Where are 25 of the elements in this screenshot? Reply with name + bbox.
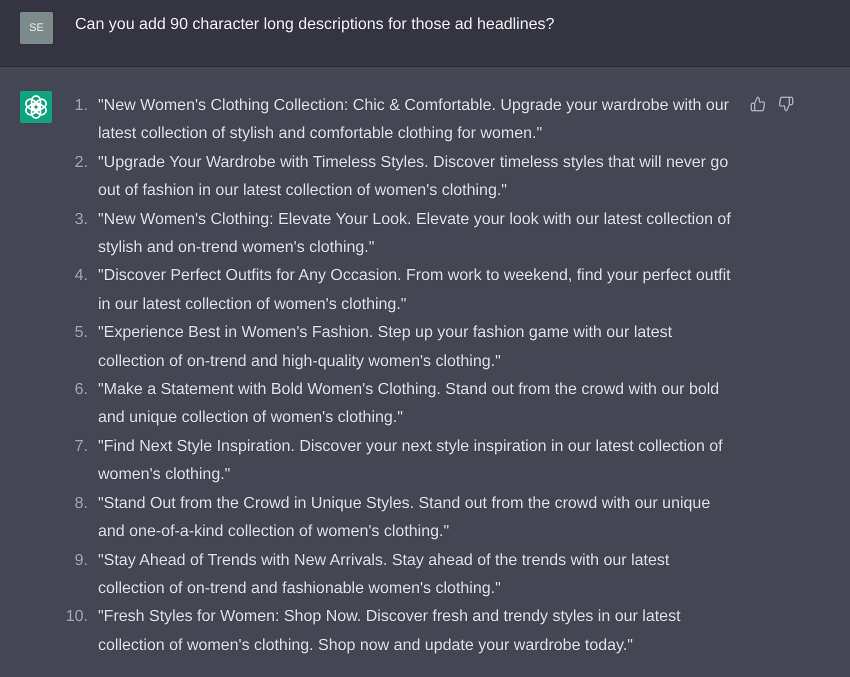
list-number: 9.: [74, 550, 88, 570]
list-number: 3.: [74, 210, 88, 230]
list-number: 1.: [74, 96, 88, 116]
list-item-text: "Fresh Styles for Women: Shop Now. Discover fresh and trendy styles in our latest collection of women's clothing. Shop now and update your wardrobe today.": [98, 607, 682, 656]
list-item-text: "New Women's Clothing: Elevate Your Look. Elevate your look with our latest collection of stylish and on-trend women's clothing.": [98, 210, 732, 258]
logo-icon: [20, 91, 52, 123]
user-message-text: Can you add 90 character long descriptions for those ad headlines?: [75, 15, 554, 35]
list-number: 7.: [74, 436, 88, 457]
list-item-text: "Find Next Style Inspiration. Discover your next style inspiration in our latest collection of women's clothing.": [98, 436, 724, 486]
list-item-text: "Experience Best in Women's Fashion. Step up your fashion game with our latest collection of on-trend and high-quality women's clothing.": [98, 323, 674, 372]
list-number: 2.: [74, 152, 88, 173]
list-item-text: "Discover Perfect Outfits for Any Occasion. From work to weekend, find your perfect outfit in our latest collection of women's clothing.": [98, 266, 732, 315]
thumbs-down-icon[interactable]: [778, 96, 794, 112]
list-number: 10.: [66, 607, 88, 628]
thumbs-up-icon[interactable]: [750, 96, 766, 112]
list-item-text: "Stay Ahead of Trends with New Arrivals. Stay ahead of the trends with our latest collection of on-trend and fashionable women's clothing.": [98, 550, 670, 599]
list-item-text: "Stand Out from the Crowd in Unique Styles. Stand out from the crowd with our unique and one-of-a-kind collection of women's clothing.": [98, 494, 712, 542]
list-item-text: "Upgrade Your Wardrobe with Timeless Styles. Discover timeless styles that will never go out of fashion in our latest collection of women's clothing.": [98, 152, 730, 202]
list-number: 5.: [74, 323, 88, 344]
list-number: 8.: [74, 494, 88, 514]
list-item-text: "New Women's Clothing Collection: Chic & Comfortable. Upgrade your wardrobe with our latest collection of stylish and comfortable clothing for women.": [98, 96, 730, 144]
list-number: 4.: [74, 266, 88, 286]
list-number: 6.: [74, 380, 88, 400]
list-item-text: "Make a Statement with Bold Women's Clothing. Stand out from the crowd with our bold and unique collection of women's clothing.": [98, 380, 720, 428]
user-avatar: SE: [20, 12, 53, 44]
